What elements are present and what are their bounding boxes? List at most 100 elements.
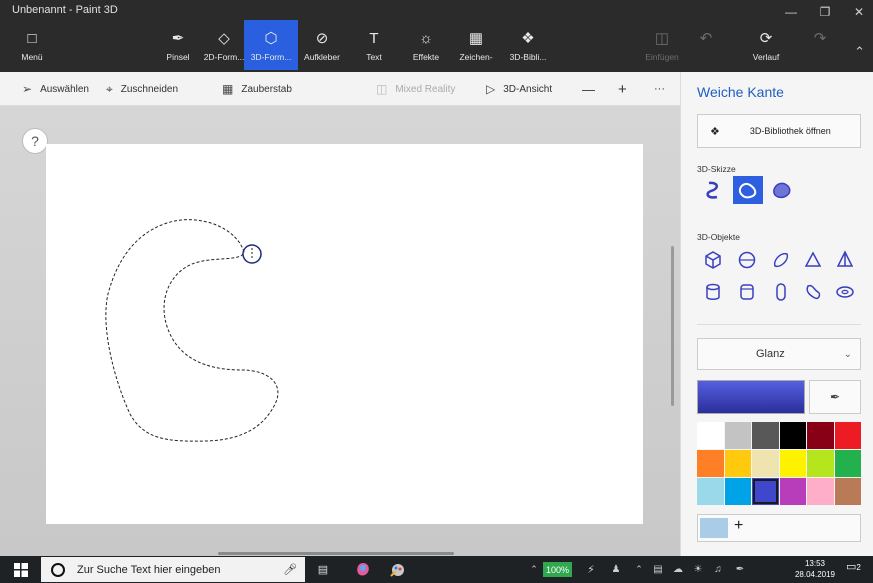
- mixed-reality-icon: ◫: [376, 82, 388, 96]
- power-icon[interactable]: ⚡︎: [584, 556, 598, 583]
- menu-button[interactable]: □ Menü: [12, 20, 52, 70]
- palette-color[interactable]: [807, 422, 834, 449]
- pen-workspace-icon[interactable]: ✒: [732, 556, 748, 583]
- hemisphere-object-button[interactable]: [769, 248, 793, 272]
- palette-color[interactable]: [779, 478, 806, 505]
- blob-sketch-button[interactable]: [767, 176, 797, 204]
- help-button[interactable]: ?: [22, 128, 48, 154]
- battery-indicator[interactable]: 100%: [543, 562, 573, 577]
- clock[interactable]: 13:53 28.04.2019: [790, 558, 840, 580]
- cube-icon: [705, 251, 721, 269]
- palette-color[interactable]: [779, 422, 806, 449]
- horizontal-scrollbar[interactable]: [218, 552, 454, 555]
- cylinder-object-button[interactable]: [701, 280, 725, 304]
- cone-object-button[interactable]: [801, 248, 825, 272]
- close-button[interactable]: ✕: [842, 0, 873, 24]
- canvas-icon: ▦: [468, 30, 484, 47]
- chevron-up-icon[interactable]: ⌃: [632, 556, 646, 583]
- sub-toolbar: ➢ Auswählen ⌖ Zuschneiden ▦ Zauberstab ◫…: [0, 72, 680, 106]
- stickers-icon: ⊘: [315, 30, 329, 47]
- taskbar: Zur Suche Text hier eingeben 🎤︎ ▤ ⌃ 100%…: [0, 556, 873, 583]
- paint-taskbar-icon[interactable]: [386, 556, 408, 583]
- notification-icon: ▭: [846, 561, 857, 573]
- palette-color[interactable]: [834, 450, 861, 477]
- palette-color[interactable]: [752, 422, 779, 449]
- magic-select-button[interactable]: ▦ Zauberstab: [222, 72, 292, 106]
- crop-button[interactable]: ⌖ Zuschneiden: [106, 72, 178, 106]
- curve-icon: [806, 284, 821, 300]
- palette-color[interactable]: [697, 450, 724, 477]
- select-button[interactable]: ➢ Auswählen: [22, 72, 89, 106]
- 3d-library-icon: ❖: [521, 30, 535, 47]
- cloud-icon[interactable]: ☁: [670, 556, 686, 583]
- open-3d-library-button[interactable]: ❖ 3D-Bibliothek öffnen: [697, 114, 861, 148]
- people-icon[interactable]: ♟: [608, 556, 624, 583]
- soft-edge-sketch-button[interactable]: [733, 176, 763, 204]
- palette-color[interactable]: [752, 478, 779, 505]
- more-options-button[interactable]: ···: [654, 72, 665, 106]
- volume-icon[interactable]: ♫: [710, 556, 726, 583]
- capsule-icon: [773, 252, 789, 268]
- magic-wand-icon: ▦: [222, 82, 234, 96]
- tool-canvas[interactable]: ▦ Zeichen-: [448, 20, 504, 70]
- tube-icon: [740, 284, 754, 300]
- current-color-swatch[interactable]: [697, 380, 805, 414]
- palette-color[interactable]: [779, 450, 806, 477]
- network-icon[interactable]: ▤: [650, 556, 666, 583]
- tool-3d-shapes[interactable]: ⬡ 3D-Form...: [244, 20, 298, 70]
- tool-text[interactable]: T Text: [346, 20, 402, 70]
- wifi-icon[interactable]: ☀: [690, 556, 706, 583]
- torus-object-button[interactable]: [833, 280, 857, 304]
- paste-button[interactable]: ◫ Einfügen: [634, 20, 690, 70]
- undo-button[interactable]: ↶: [686, 20, 726, 70]
- finish-dropdown[interactable]: Glanz ⌄: [697, 338, 861, 370]
- 3d-view-icon: ▷: [486, 82, 496, 96]
- history-button[interactable]: ⟳ Verlauf: [738, 20, 794, 70]
- tool-effects[interactable]: ☼ Effekte: [398, 20, 454, 70]
- capsule-object-button[interactable]: [769, 280, 793, 304]
- redo-button[interactable]: ↷: [800, 20, 840, 70]
- undo-icon: ↶: [699, 30, 713, 47]
- palette-color[interactable]: [834, 422, 861, 449]
- taskbar-search-input[interactable]: Zur Suche Text hier eingeben 🎤︎: [41, 557, 305, 582]
- palette-color[interactable]: [807, 478, 834, 505]
- sphere-object-button[interactable]: [735, 248, 759, 272]
- paint3d-taskbar-icon[interactable]: [352, 556, 374, 583]
- eyedropper-button[interactable]: ✒: [809, 380, 861, 414]
- tool-3d-library[interactable]: ❖ 3D-Bibli...: [500, 20, 556, 70]
- tube-object-button[interactable]: [735, 280, 759, 304]
- palette-color[interactable]: [724, 450, 751, 477]
- microphone-icon[interactable]: 🎤︎: [283, 563, 297, 576]
- panel-title: Weiche Kante: [697, 84, 784, 100]
- task-view-icon[interactable]: ▤: [312, 556, 334, 583]
- palette-color[interactable]: [697, 422, 724, 449]
- mixed-reality-button[interactable]: ◫ Mixed Reality: [376, 72, 455, 106]
- palette-color[interactable]: [724, 422, 751, 449]
- zoom-in-button[interactable]: +: [618, 72, 627, 106]
- palette-color[interactable]: [724, 478, 751, 505]
- tray-expand-icon[interactable]: ⌃: [528, 556, 540, 583]
- history-icon: ⟳: [759, 30, 773, 47]
- zoom-out-button[interactable]: —: [582, 72, 595, 106]
- palette-color[interactable]: [697, 478, 724, 505]
- sharp-edge-sketch-button[interactable]: [699, 176, 729, 204]
- sharp-edge-icon: [706, 181, 718, 199]
- custom-color-swatch[interactable]: [700, 518, 728, 538]
- start-button[interactable]: [10, 556, 32, 583]
- view-3d-button[interactable]: ▷ 3D-Ansicht: [486, 72, 552, 106]
- tool-stickers[interactable]: ⊘ Aufkleber: [294, 20, 350, 70]
- add-color-button[interactable]: +: [734, 517, 743, 535]
- palette-color[interactable]: [834, 478, 861, 505]
- palette-color[interactable]: [752, 450, 779, 477]
- chevron-down-icon: ⌄: [843, 348, 852, 360]
- curved-object-button[interactable]: [801, 280, 825, 304]
- drawing-canvas[interactable]: [46, 144, 643, 524]
- chevron-up-icon[interactable]: ⌃: [854, 44, 865, 60]
- vertical-scrollbar[interactable]: [671, 246, 674, 406]
- text-icon: T: [369, 30, 379, 47]
- notification-center-button[interactable]: ▭2: [846, 560, 861, 573]
- pyramid-object-button[interactable]: [833, 248, 857, 272]
- sketch-drawing: [105, 219, 279, 442]
- cube-object-button[interactable]: [701, 248, 725, 272]
- palette-color[interactable]: [807, 450, 834, 477]
